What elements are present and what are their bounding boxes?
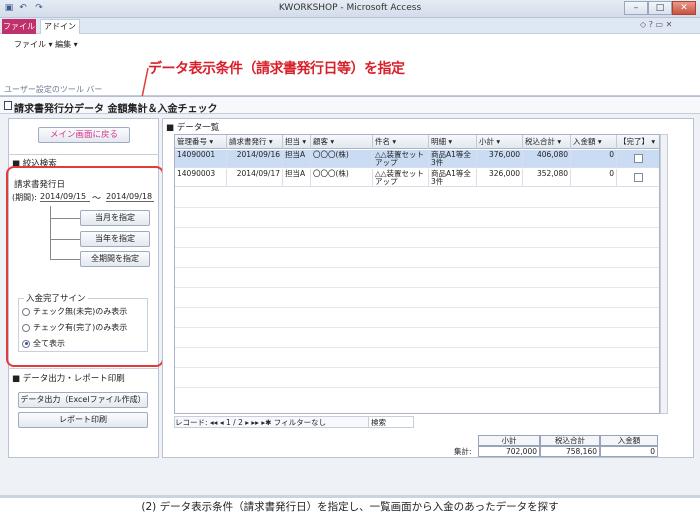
totals-total: 758,160 — [540, 446, 600, 457]
ribbon-tab-strip — [0, 18, 700, 34]
cell-staff[interactable]: 担当A — [283, 150, 311, 168]
divider — [8, 154, 159, 155]
record-label: レコード: — [175, 418, 208, 427]
form-title: 請求書発行分データ 金額集計＆入金チェック — [14, 104, 218, 115]
done-checkbox[interactable] — [634, 154, 643, 163]
cell-paid[interactable]: 0 — [571, 150, 617, 168]
cell-date[interactable]: 2014/09/17 — [227, 169, 283, 187]
cell-detail[interactable]: 商品A1等全3件 — [429, 150, 477, 168]
first-record-icon[interactable]: ◂◂ — [210, 418, 218, 427]
form-icon — [4, 101, 12, 110]
totals-subtotal: 702,000 — [478, 446, 540, 457]
table-row[interactable]: 14090003 2014/09/17 担当A 〇〇〇(株) △△装置セットアッ… — [175, 169, 659, 187]
grid-line — [175, 247, 659, 248]
access-icon: ▣ — [4, 3, 14, 13]
totals-header-subtotal: 小計 — [478, 435, 540, 446]
redo-icon[interactable]: ↷ — [34, 3, 44, 13]
grid-line — [175, 327, 659, 328]
header-subject[interactable]: 件名 ▾ — [373, 135, 429, 149]
undo-icon[interactable]: ↶ — [18, 3, 28, 13]
totals-header-paid: 入金額 — [600, 435, 658, 446]
totals-label: 集計: — [454, 447, 472, 456]
totals-header-total: 税込合計 — [540, 435, 600, 446]
cell-customer[interactable]: 〇〇〇(株) — [311, 150, 373, 168]
next-record-icon[interactable]: ▸ — [245, 418, 249, 427]
minimize-button[interactable]: – — [624, 1, 648, 15]
grid-line — [175, 347, 659, 348]
cell-staff[interactable]: 担当A — [283, 169, 311, 187]
export-excel-button[interactable]: データ出力（Excelファイル作成） — [18, 392, 148, 408]
figure-caption: (2) データ表示条件（請求書発行日）を指定し、一覧画面から入金のあったデータを… — [141, 501, 559, 513]
tab-file[interactable]: ファイル — [2, 19, 36, 34]
annotation-highlight-box — [6, 166, 164, 367]
header-date[interactable]: 請求書発行 ▾ — [227, 135, 283, 149]
last-record-icon[interactable]: ▸▸ — [251, 418, 259, 427]
menu-file[interactable]: ファイル ▾ — [14, 40, 53, 49]
window-title: KWORKSHOP - Microsoft Access — [278, 3, 422, 13]
cell-paid[interactable]: 0 — [571, 169, 617, 187]
header-total[interactable]: 税込合計 ▾ — [523, 135, 571, 149]
data-grid: 管理番号 ▾ 請求書発行 ▾ 担当 ▾ 顧客 ▾ 件名 ▾ 明細 ▾ 小計 ▾ … — [174, 134, 660, 414]
header-subtotal[interactable]: 小計 ▾ — [477, 135, 523, 149]
maximize-button[interactable]: □ — [648, 1, 672, 15]
grid-line — [175, 287, 659, 288]
ribbon-controls[interactable]: ◇ ? ▭ ✕ — [640, 20, 672, 29]
cell-subject[interactable]: △△装置セットアップ — [373, 169, 429, 187]
cell-date[interactable]: 2014/09/16 — [227, 150, 283, 168]
cell-total[interactable]: 352,080 — [523, 169, 571, 187]
close-button[interactable]: ✕ — [672, 1, 696, 15]
cell-subject[interactable]: △△装置セットアップ — [373, 150, 429, 168]
ribbon-menu: ファイル ▾ 編集 ▾ — [14, 39, 78, 50]
totals-paid: 0 — [600, 446, 658, 457]
grid-header: 管理番号 ▾ 請求書発行 ▾ 担当 ▾ 顧客 ▾ 件名 ▾ 明細 ▾ 小計 ▾ … — [175, 135, 659, 149]
grid-line — [175, 387, 659, 388]
prev-record-icon[interactable]: ◂ — [220, 418, 224, 427]
cell-customer[interactable]: 〇〇〇(株) — [311, 169, 373, 187]
cell-id[interactable]: 14090001 — [175, 150, 227, 168]
grid-line — [175, 207, 659, 208]
header-done[interactable]: 【完了】 ▾ — [617, 135, 659, 149]
grid-scrollbar[interactable] — [660, 134, 668, 414]
grid-line — [175, 267, 659, 268]
cell-id[interactable]: 14090003 — [175, 169, 227, 187]
cell-detail[interactable]: 商品A1等全3件 — [429, 169, 477, 187]
header-id[interactable]: 管理番号 ▾ — [175, 135, 227, 149]
grid-line — [175, 227, 659, 228]
grid-line — [175, 367, 659, 368]
cell-subtotal[interactable]: 326,000 — [477, 169, 523, 187]
search-input[interactable]: 検索 — [368, 416, 414, 428]
new-record-icon[interactable]: ▸✱ — [261, 418, 271, 427]
back-to-main-button[interactable]: メイン画面に戻る — [38, 127, 130, 143]
menu-edit[interactable]: 編集 ▾ — [55, 40, 78, 49]
print-report-button[interactable]: レポート印刷 — [18, 412, 148, 428]
divider — [8, 368, 159, 369]
grid-line — [175, 307, 659, 308]
done-checkbox[interactable] — [634, 173, 643, 182]
record-position[interactable]: 1 / 2 — [226, 418, 243, 427]
header-staff[interactable]: 担当 ▾ — [283, 135, 311, 149]
annotation-text: データ表示条件（請求書発行日等）を指定 — [148, 61, 405, 77]
header-customer[interactable]: 顧客 ▾ — [311, 135, 373, 149]
output-section-title: ■ データ出力・レポート印刷 — [12, 374, 125, 384]
cell-total[interactable]: 406,080 — [523, 150, 571, 168]
toolbar-group-label: ユーザー設定のツール バー — [4, 85, 103, 94]
header-detail[interactable]: 明細 ▾ — [429, 135, 477, 149]
filter-status[interactable]: フィルターなし — [274, 418, 326, 427]
data-list-title: ■ データ一覧 — [166, 123, 220, 133]
table-row[interactable]: 14090001 2014/09/16 担当A 〇〇〇(株) △△装置セットアッ… — [175, 150, 659, 168]
cell-subtotal[interactable]: 376,000 — [477, 150, 523, 168]
tab-addin[interactable]: アドイン — [40, 19, 80, 35]
header-paid[interactable]: 入金額 ▾ — [571, 135, 617, 149]
